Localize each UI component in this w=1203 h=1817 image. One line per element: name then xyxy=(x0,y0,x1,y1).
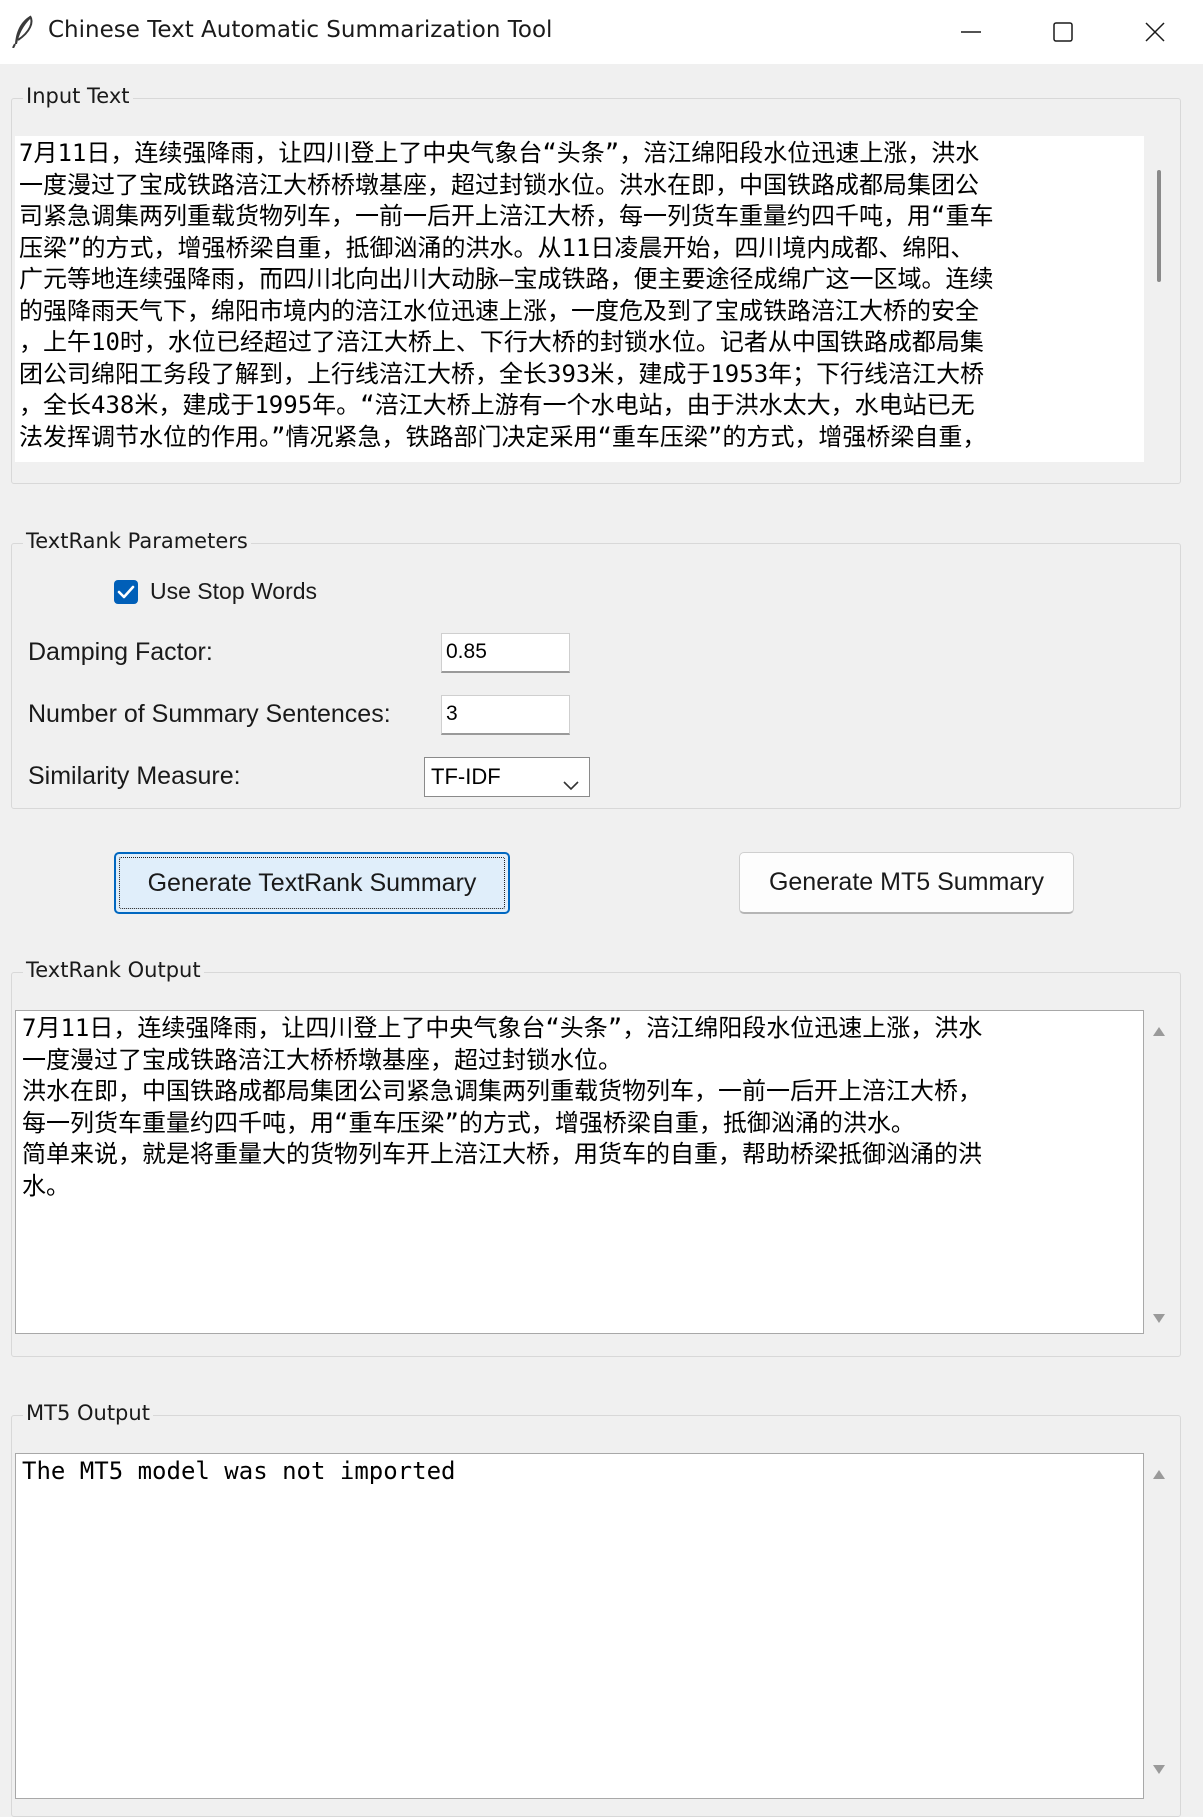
text-line: 简单来说，就是将重量大的货物列车开上涪江大桥，用货车的自重，帮助桥梁抵御汹涌的洪 xyxy=(22,1140,982,1168)
window-title: Chinese Text Automatic Summarization Too… xyxy=(48,17,553,43)
scroll-up-arrow-icon[interactable] xyxy=(1152,1022,1166,1036)
title-bar: Chinese Text Automatic Summarization Too… xyxy=(0,0,1203,64)
scroll-thumb[interactable] xyxy=(1157,170,1161,282)
text-line: 法发挥调节水位的作用。”情况紧急，铁路部门决定采用“重车压梁”的方式，增强桥梁自… xyxy=(19,422,987,451)
text-line: 压梁”的方式，增强桥梁自重，抵御汹涌的洪水。从11日凌晨开始，四川境内成都、绵阳… xyxy=(19,233,975,262)
textrank-output-scrollbar[interactable] xyxy=(1148,1010,1170,1334)
mt5-output-scrollbar[interactable] xyxy=(1148,1453,1170,1799)
use-stop-words-label: Use Stop Words xyxy=(150,578,318,604)
minimize-button[interactable] xyxy=(925,0,1017,64)
similarity-measure-value: TF-IDF xyxy=(431,764,501,789)
textrank-parameters-label: TextRank Parameters xyxy=(23,529,251,553)
text-line: The MT5 model was not imported xyxy=(22,1457,456,1485)
textrank-output-label: TextRank Output xyxy=(23,958,204,982)
num-summary-sentences-label: Number of Summary Sentences: xyxy=(28,700,391,728)
generate-mt5-summary-button[interactable]: Generate MT5 Summary xyxy=(739,852,1074,914)
mt5-output-textarea[interactable]: The MT5 model was not imported xyxy=(15,1453,1144,1799)
feather-icon xyxy=(10,14,36,49)
text-line: ，全长438米，建成于1995年。“涪江大桥上游有一个水电站，由于洪水太大，水电… xyxy=(19,391,975,419)
text-line: ，上午10时，水位已经超过了涪江大桥上、下行大桥的封锁水位。记者从中国铁路成都局… xyxy=(19,328,984,356)
text-line: 水。 xyxy=(22,1171,70,1200)
close-button[interactable] xyxy=(1109,0,1201,64)
scroll-down-arrow-icon[interactable] xyxy=(1152,1310,1166,1323)
similarity-measure-label: Similarity Measure: xyxy=(28,762,241,790)
scroll-down-arrow-icon[interactable] xyxy=(1152,1761,1166,1774)
maximize-icon xyxy=(1053,22,1073,42)
num-summary-sentences-input[interactable]: 3 xyxy=(441,695,570,735)
input-scrollbar[interactable] xyxy=(1148,136,1170,462)
use-stop-words-checkbox[interactable] xyxy=(114,580,138,604)
generate-textrank-summary-button[interactable]: Generate TextRank Summary xyxy=(114,852,510,914)
damping-factor-input[interactable]: 0.85 xyxy=(441,633,570,673)
checkmark-icon xyxy=(114,585,138,608)
mt5-output-label: MT5 Output xyxy=(23,1401,153,1425)
input-textarea[interactable]: 7月11日，连续强降雨，让四川登上了中央气象台“头条”，涪江绵阳段水位迅速上涨，… xyxy=(15,136,1144,462)
text-line: 司紧急调集两列重载货物列车，一前一后开上涪江大桥，每一列货车重量约四千吨，用“重… xyxy=(19,202,994,230)
text-line: 7月11日，连续强降雨，让四川登上了中央气象台“头条”，涪江绵阳段水位迅速上涨，… xyxy=(22,1014,983,1042)
text-line: 一度漫过了宝成铁路涪江大桥桥墩基座，超过封锁水位。洪水在即，中国铁路成都局集团公 xyxy=(19,170,979,199)
text-line: 每一列货车重量约四千吨，用“重车压梁”的方式，增强桥梁自重，抵御汹涌的洪水。 xyxy=(22,1108,915,1137)
scroll-up-arrow-icon[interactable] xyxy=(1152,1465,1166,1479)
minimize-icon xyxy=(961,30,981,34)
text-line: 广元等地连续强降雨，而四川北向出川大动脉—宝成铁路，便主要途径成绵广这一区域。连… xyxy=(19,265,994,293)
chevron-down-icon xyxy=(563,771,579,797)
input-text-label: Input Text xyxy=(23,84,133,108)
text-line: 洪水在即，中国铁路成都局集团公司紧急调集两列重载货物列车，一前一后开上涪江大桥， xyxy=(22,1077,982,1105)
textrank-output-textarea[interactable]: 7月11日，连续强降雨，让四川登上了中央气象台“头条”，涪江绵阳段水位迅速上涨，… xyxy=(15,1010,1144,1334)
damping-factor-label: Damping Factor: xyxy=(28,638,213,666)
text-line: 一度漫过了宝成铁路涪江大桥桥墩基座，超过封锁水位。 xyxy=(22,1045,622,1074)
similarity-measure-select[interactable]: TF-IDF xyxy=(424,757,590,797)
close-icon xyxy=(1145,22,1165,42)
maximize-button[interactable] xyxy=(1017,0,1109,64)
text-line: 7月11日，连续强降雨，让四川登上了中央气象台“头条”，涪江绵阳段水位迅速上涨，… xyxy=(19,139,980,167)
text-line: 团公司绵阳工务段了解到，上行线涪江大桥，全长393米，建成于1953年；下行线涪… xyxy=(19,359,985,388)
text-line: 的强降雨天气下，绵阳市境内的涪江水位迅速上涨，一度危及到了宝成铁路涪江大桥的安全 xyxy=(19,296,979,325)
